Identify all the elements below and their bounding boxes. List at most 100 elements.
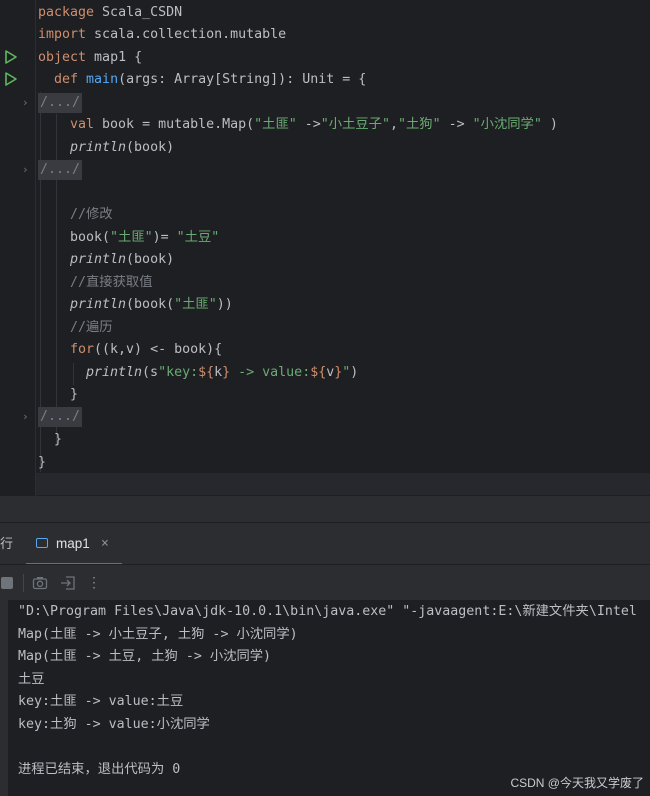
keyword: import bbox=[38, 27, 87, 42]
console-line: "D:\Program Files\Java\jdk-10.0.1\bin\ja… bbox=[18, 604, 637, 619]
code-line: } bbox=[38, 452, 46, 474]
toolbar-separator bbox=[23, 574, 24, 592]
code-line: println(book("土匪")) bbox=[70, 294, 233, 316]
keyword: object bbox=[38, 50, 87, 65]
string-literal: "key: bbox=[158, 365, 199, 380]
function-call: println bbox=[70, 252, 127, 267]
code-text: -> bbox=[440, 117, 473, 132]
function-call: println bbox=[70, 297, 127, 312]
string-literal: "小土豆子" bbox=[320, 117, 390, 132]
stop-icon[interactable] bbox=[0, 576, 14, 590]
code-line: println(book) bbox=[70, 137, 174, 159]
run-panel-header: 行 map1 × bbox=[0, 522, 650, 565]
folded-region[interactable]: /.../ bbox=[38, 93, 83, 113]
panel-divider[interactable] bbox=[0, 496, 650, 522]
restore-layout-icon[interactable] bbox=[60, 575, 76, 591]
string-literal: "土匪" bbox=[254, 117, 297, 132]
console-line: key:土匪 -> value:土豆 bbox=[18, 694, 184, 709]
string-literal: "土匪" bbox=[174, 297, 217, 312]
console-line: 进程已结束，退出代码为 0 bbox=[18, 762, 181, 777]
console-sidebar bbox=[0, 600, 8, 796]
current-line-highlight bbox=[36, 473, 650, 495]
folded-region[interactable]: /.../ bbox=[38, 407, 83, 427]
indent-guide bbox=[73, 363, 74, 385]
code-text: Scala_CSDN bbox=[94, 5, 183, 20]
interpolation-delimiter: ${ bbox=[310, 365, 327, 380]
code-text: } bbox=[38, 455, 47, 470]
code-line: val book = mutable.Map("土匪" ->"小土豆子","土狗… bbox=[70, 114, 558, 136]
code-line: //修改 bbox=[70, 204, 113, 226]
gutter-separator bbox=[35, 0, 36, 496]
console-line: Map(土匪 -> 小土豆子, 土狗 -> 小沈同学) bbox=[18, 627, 298, 642]
code-text: ) bbox=[541, 117, 558, 132]
comment: //修改 bbox=[70, 207, 113, 222]
function-name: main bbox=[86, 72, 119, 87]
code-line: //遍历 bbox=[70, 317, 113, 339]
code-text: book( bbox=[70, 230, 111, 245]
run-object-icon[interactable] bbox=[4, 50, 18, 64]
code-line: //直接获取值 bbox=[70, 272, 153, 294]
tab-label: map1 bbox=[56, 536, 90, 551]
code-text: book = mutable.Map( bbox=[94, 117, 255, 132]
console-line: Map(土匪 -> 土豆, 土狗 -> 小沈同学) bbox=[18, 649, 272, 664]
watermark: CSDN @今天我又学废了 bbox=[510, 776, 644, 790]
string-literal: -> value: bbox=[230, 365, 311, 380]
console-line: key:土狗 -> value:小沈同学 bbox=[18, 717, 210, 732]
code-editor[interactable]: › › › package Scala_CSDN import scala.co… bbox=[0, 0, 650, 496]
keyword: for bbox=[70, 342, 95, 357]
code-text: (s bbox=[142, 365, 159, 380]
run-main-icon[interactable] bbox=[4, 72, 18, 86]
code-text: , bbox=[389, 117, 398, 132]
keyword: val bbox=[70, 117, 95, 132]
code-line: def main(args: Array[String]): Unit = { bbox=[54, 69, 366, 91]
string-literal: "土匪" bbox=[110, 230, 153, 245]
code-line: book("土匪")= "土豆" bbox=[70, 227, 219, 249]
close-icon[interactable]: × bbox=[101, 534, 109, 554]
more-icon[interactable]: ⋮ bbox=[86, 575, 102, 591]
folded-region[interactable]: /.../ bbox=[38, 160, 83, 180]
function-call: println bbox=[86, 365, 143, 380]
code-text: k bbox=[214, 365, 223, 380]
code-text: )) bbox=[216, 297, 233, 312]
fold-chevron-icon[interactable]: › bbox=[22, 92, 32, 114]
run-toolbar: ⋮ bbox=[0, 564, 650, 601]
function-call: println bbox=[70, 140, 127, 155]
interpolation-delimiter: ${ bbox=[198, 365, 215, 380]
code-text: (book( bbox=[126, 297, 175, 312]
code-line: println(book) bbox=[70, 249, 174, 271]
code-text: (book) bbox=[126, 252, 175, 267]
code-line: import scala.collection.mutable bbox=[38, 24, 286, 46]
code-line: for((k,v) <- book){ bbox=[70, 339, 222, 361]
code-line: } bbox=[54, 429, 62, 451]
code-line: object map1 { bbox=[38, 47, 142, 69]
comment: //直接获取值 bbox=[70, 275, 153, 290]
code-text: )= bbox=[152, 230, 177, 245]
fold-chevron-icon[interactable]: › bbox=[22, 159, 32, 181]
console-output[interactable]: "D:\Program Files\Java\jdk-10.0.1\bin\ja… bbox=[0, 600, 650, 796]
code-line: println(s"key:${k} -> value:${v}") bbox=[86, 362, 358, 384]
code-text: (args: Array[String]): Unit = { bbox=[118, 72, 367, 87]
camera-icon[interactable] bbox=[32, 575, 48, 591]
run-panel-title: 行 bbox=[0, 536, 14, 551]
interpolation-delimiter: } bbox=[222, 365, 231, 380]
string-literal: "小沈同学" bbox=[472, 117, 542, 132]
code-text: map1 { bbox=[86, 50, 143, 65]
tab-map1[interactable]: map1 × bbox=[26, 523, 122, 565]
keyword: package bbox=[38, 5, 95, 20]
fold-chevron-icon[interactable]: › bbox=[22, 406, 32, 428]
code-text: } bbox=[70, 387, 79, 402]
comment: //遍历 bbox=[70, 320, 113, 335]
code-text: } bbox=[54, 432, 63, 447]
code-text: ((k,v) <- book){ bbox=[94, 342, 223, 357]
code-line: package Scala_CSDN bbox=[38, 2, 182, 24]
code-text: scala.collection.mutable bbox=[86, 27, 287, 42]
string-literal: "土狗" bbox=[398, 117, 441, 132]
console-tab-icon bbox=[36, 538, 48, 548]
console-line: 土豆 bbox=[18, 672, 45, 687]
code-line: } bbox=[70, 384, 78, 406]
keyword: def bbox=[54, 72, 79, 87]
code-text: (book) bbox=[126, 140, 175, 155]
code-text: -> bbox=[296, 117, 321, 132]
string-literal: "土豆" bbox=[176, 230, 220, 245]
code-text: ) bbox=[350, 365, 359, 380]
